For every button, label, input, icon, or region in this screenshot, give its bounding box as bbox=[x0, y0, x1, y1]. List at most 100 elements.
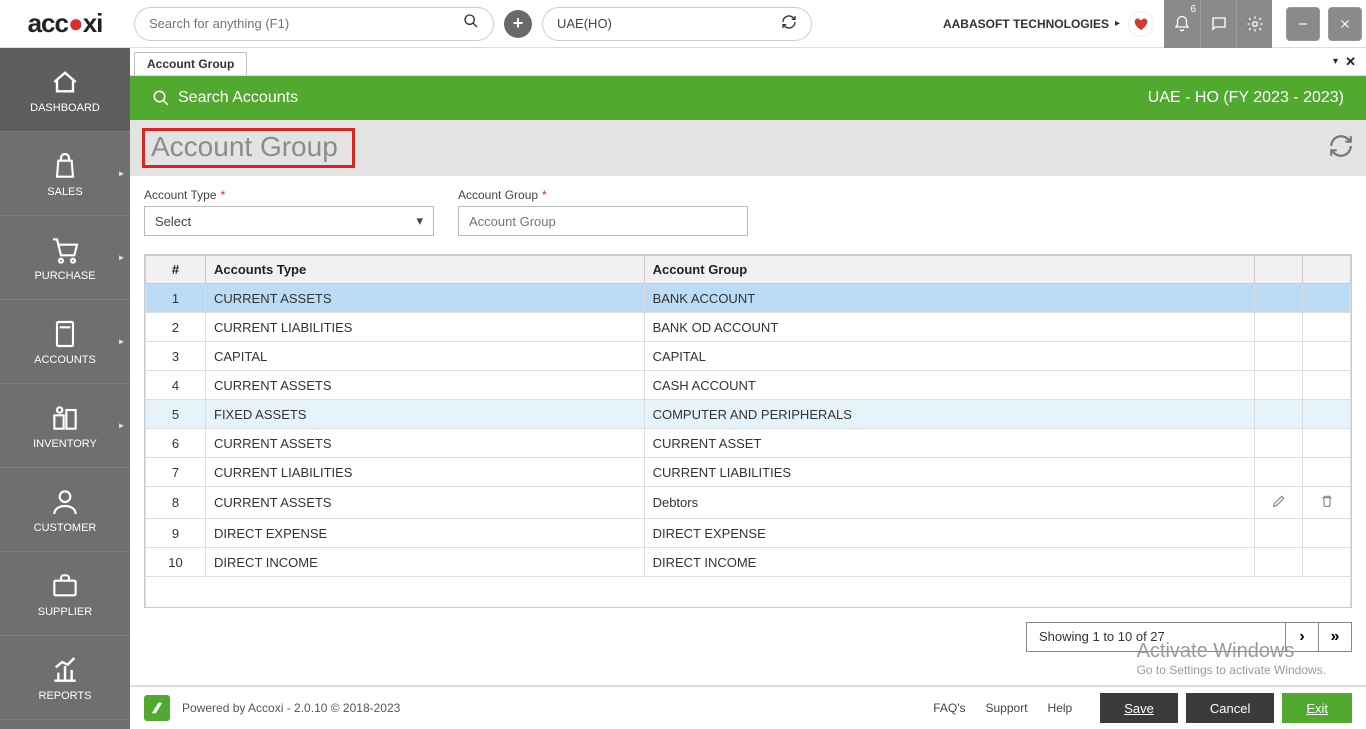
table-row[interactable]: 1CURRENT ASSETSBANK ACCOUNT bbox=[146, 284, 1351, 313]
row-group: CURRENT LIABILITIES bbox=[644, 458, 1254, 487]
support-link[interactable]: Support bbox=[986, 701, 1028, 715]
settings-icon[interactable] bbox=[1236, 0, 1272, 48]
table-row[interactable]: 10DIRECT INCOMEDIRECT INCOME bbox=[146, 548, 1351, 577]
row-type: FIXED ASSETS bbox=[206, 400, 645, 429]
nav-label: REPORTS bbox=[39, 690, 92, 702]
nav-purchase[interactable]: PURCHASE▸ bbox=[0, 216, 130, 300]
delete-cell bbox=[1303, 371, 1351, 400]
col-group[interactable]: Account Group bbox=[644, 256, 1254, 284]
row-type: DIRECT EXPENSE bbox=[206, 519, 645, 548]
nav-accounts[interactable]: ACCOUNTS▸ bbox=[0, 300, 130, 384]
faq-link[interactable]: FAQ's bbox=[933, 701, 965, 715]
delete-cell bbox=[1303, 342, 1351, 371]
company-caret-icon[interactable]: ▸ bbox=[1115, 18, 1120, 29]
edit-cell bbox=[1255, 400, 1303, 429]
col-edit bbox=[1255, 256, 1303, 284]
edit-cell bbox=[1255, 313, 1303, 342]
chevron-down-icon: ▾ bbox=[416, 213, 423, 229]
table-row[interactable]: 5FIXED ASSETSCOMPUTER AND PERIPHERALS bbox=[146, 400, 1351, 429]
row-type: CURRENT ASSETS bbox=[206, 371, 645, 400]
branch-selector[interactable]: UAE(HO) bbox=[542, 7, 812, 41]
sync-icon[interactable] bbox=[781, 14, 797, 33]
tab-menu-icon[interactable]: ▾ bbox=[1333, 56, 1338, 67]
table-row[interactable]: 7CURRENT LIABILITIESCURRENT LIABILITIES bbox=[146, 458, 1351, 487]
logo-dot-icon: ● bbox=[68, 8, 83, 39]
search-icon[interactable] bbox=[463, 13, 479, 34]
table-row[interactable]: 3CAPITALCAPITAL bbox=[146, 342, 1351, 371]
global-search[interactable] bbox=[134, 7, 494, 41]
footer-logo-icon bbox=[144, 695, 170, 721]
nav-label: DASHBOARD bbox=[30, 102, 100, 114]
edit-cell bbox=[1255, 458, 1303, 487]
row-number: 6 bbox=[146, 429, 206, 458]
chevron-right-icon: ▸ bbox=[119, 168, 124, 179]
help-link[interactable]: Help bbox=[1048, 701, 1073, 715]
row-number: 2 bbox=[146, 313, 206, 342]
row-group: CURRENT ASSET bbox=[644, 429, 1254, 458]
row-group: CASH ACCOUNT bbox=[644, 371, 1254, 400]
notifications-icon[interactable]: 6 bbox=[1164, 0, 1200, 48]
avatar[interactable] bbox=[1128, 11, 1154, 37]
table-row[interactable]: 9DIRECT EXPENSEDIRECT EXPENSE bbox=[146, 519, 1351, 548]
exit-button[interactable]: Exit bbox=[1282, 693, 1352, 723]
search-accounts-button[interactable]: Search Accounts bbox=[152, 89, 298, 107]
row-group: CAPITAL bbox=[644, 342, 1254, 371]
global-search-input[interactable] bbox=[149, 16, 463, 31]
edit-cell bbox=[1255, 342, 1303, 371]
messages-icon[interactable] bbox=[1200, 0, 1236, 48]
delete-row-button[interactable] bbox=[1303, 487, 1351, 519]
row-type: DIRECT INCOME bbox=[206, 548, 645, 577]
nav-customer[interactable]: CUSTOMER bbox=[0, 468, 130, 552]
col-number[interactable]: # bbox=[146, 256, 206, 284]
refresh-button[interactable] bbox=[1328, 133, 1354, 164]
nav-dashboard[interactable]: DASHBOARD bbox=[0, 48, 130, 132]
edit-cell bbox=[1255, 519, 1303, 548]
row-number: 1 bbox=[146, 284, 206, 313]
edit-row-button[interactable] bbox=[1255, 487, 1303, 519]
save-button[interactable]: Save bbox=[1100, 693, 1178, 723]
pager-info: Showing 1 to 10 of 27 bbox=[1026, 622, 1286, 652]
nav-label: SALES bbox=[47, 186, 82, 198]
pager-next-button[interactable]: › bbox=[1285, 622, 1319, 652]
topbar: acc●xi + UAE(HO) AABASOFT TECHNOLOGIES ▸… bbox=[0, 0, 1366, 48]
add-button[interactable]: + bbox=[504, 10, 532, 38]
edit-cell bbox=[1255, 371, 1303, 400]
footer: Powered by Accoxi - 2.0.10 © 2018-2023 F… bbox=[130, 685, 1366, 729]
row-group: DIRECT INCOME bbox=[644, 548, 1254, 577]
row-number: 3 bbox=[146, 342, 206, 371]
tab-close-icon[interactable]: ✕ bbox=[1345, 54, 1356, 70]
tab-account-group[interactable]: Account Group bbox=[134, 52, 247, 75]
cancel-button[interactable]: Cancel bbox=[1186, 693, 1274, 723]
tab-strip: Account Group ▾ ✕ bbox=[130, 48, 1366, 76]
notification-badge: 6 bbox=[1190, 4, 1196, 15]
row-group: Debtors bbox=[644, 487, 1254, 519]
row-number: 4 bbox=[146, 371, 206, 400]
row-type: CURRENT LIABILITIES bbox=[206, 313, 645, 342]
account-group-label: Account Group* bbox=[458, 188, 748, 202]
nav-sales[interactable]: SALES ▸ bbox=[0, 132, 130, 216]
row-type: CURRENT ASSETS bbox=[206, 284, 645, 313]
account-type-select[interactable]: Select ▾ bbox=[144, 206, 434, 236]
table-row[interactable]: 4CURRENT ASSETSCASH ACCOUNT bbox=[146, 371, 1351, 400]
edit-cell bbox=[1255, 429, 1303, 458]
nav-reports[interactable]: REPORTS bbox=[0, 636, 130, 720]
powered-by: Powered by Accoxi - 2.0.10 © 2018-2023 bbox=[182, 701, 400, 715]
side-nav: DASHBOARD SALES ▸ PURCHASE▸ACCOUNTS▸INVENTO… bbox=[0, 48, 130, 729]
pager: Showing 1 to 10 of 27 › » bbox=[130, 608, 1366, 666]
close-button[interactable] bbox=[1328, 7, 1362, 41]
row-group: BANK ACCOUNT bbox=[644, 284, 1254, 313]
delete-cell bbox=[1303, 519, 1351, 548]
minimize-button[interactable] bbox=[1286, 7, 1320, 41]
nav-supplier[interactable]: SUPPLIER bbox=[0, 552, 130, 636]
account-group-field: Account Group* bbox=[458, 188, 748, 236]
col-type[interactable]: Accounts Type bbox=[206, 256, 645, 284]
nav-inventory[interactable]: INVENTORY▸ bbox=[0, 384, 130, 468]
account-type-field: Account Type* Select ▾ bbox=[144, 188, 434, 236]
company-name[interactable]: AABASOFT TECHNOLOGIES bbox=[943, 17, 1109, 31]
account-group-input[interactable] bbox=[458, 206, 748, 236]
app-logo: acc●xi bbox=[0, 0, 130, 48]
pager-last-button[interactable]: » bbox=[1318, 622, 1352, 652]
table-row[interactable]: 6CURRENT ASSETSCURRENT ASSET bbox=[146, 429, 1351, 458]
table-row[interactable]: 8CURRENT ASSETSDebtors bbox=[146, 487, 1351, 519]
table-row[interactable]: 2CURRENT LIABILITIESBANK OD ACCOUNT bbox=[146, 313, 1351, 342]
